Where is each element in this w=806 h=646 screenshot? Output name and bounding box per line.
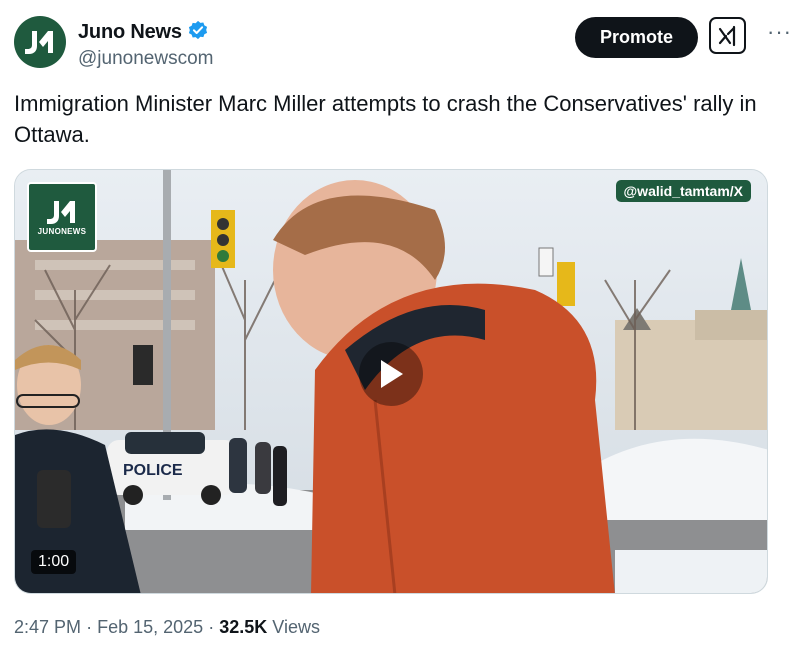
play-icon[interactable] <box>359 342 423 406</box>
tweet-time[interactable]: 2:47 PM <box>14 617 81 637</box>
verified-badge-icon <box>188 20 208 45</box>
promote-button[interactable]: Promote <box>575 17 698 58</box>
police-car-text: POLICE <box>123 462 183 479</box>
grok-icon[interactable] <box>709 17 746 54</box>
more-icon[interactable]: ··· <box>767 21 792 43</box>
logo-text: JUNONEWS <box>37 226 87 236</box>
tweet-meta: 2:47 PM · Feb 15, 2025 · 32.5K Views <box>14 617 320 638</box>
avatar[interactable] <box>14 16 66 68</box>
tweet-date[interactable]: Feb 15, 2025 <box>97 617 203 637</box>
author-names: Juno News @junonewscom <box>78 20 213 70</box>
video-duration: 1:00 <box>31 550 77 574</box>
views-count[interactable]: 32.5K <box>219 617 267 637</box>
author-display-name[interactable]: Juno News <box>78 21 182 44</box>
video-player[interactable]: POLICE JUNONEWS @walid_tamtam/X 1:00 <box>14 169 768 594</box>
meta-separator: · <box>208 617 215 637</box>
video-credit: @walid_tamtam/X <box>615 180 751 202</box>
tweet-header: Juno News @junonewscom Promote ··· <box>14 14 792 74</box>
author-handle[interactable]: @junonewscom <box>78 48 213 70</box>
meta-separator: · <box>86 617 93 637</box>
views-label: Views <box>272 617 320 637</box>
tweet-text: Immigration Minister Marc Miller attempt… <box>14 91 757 147</box>
juno-news-logo: JUNONEWS <box>27 182 97 252</box>
